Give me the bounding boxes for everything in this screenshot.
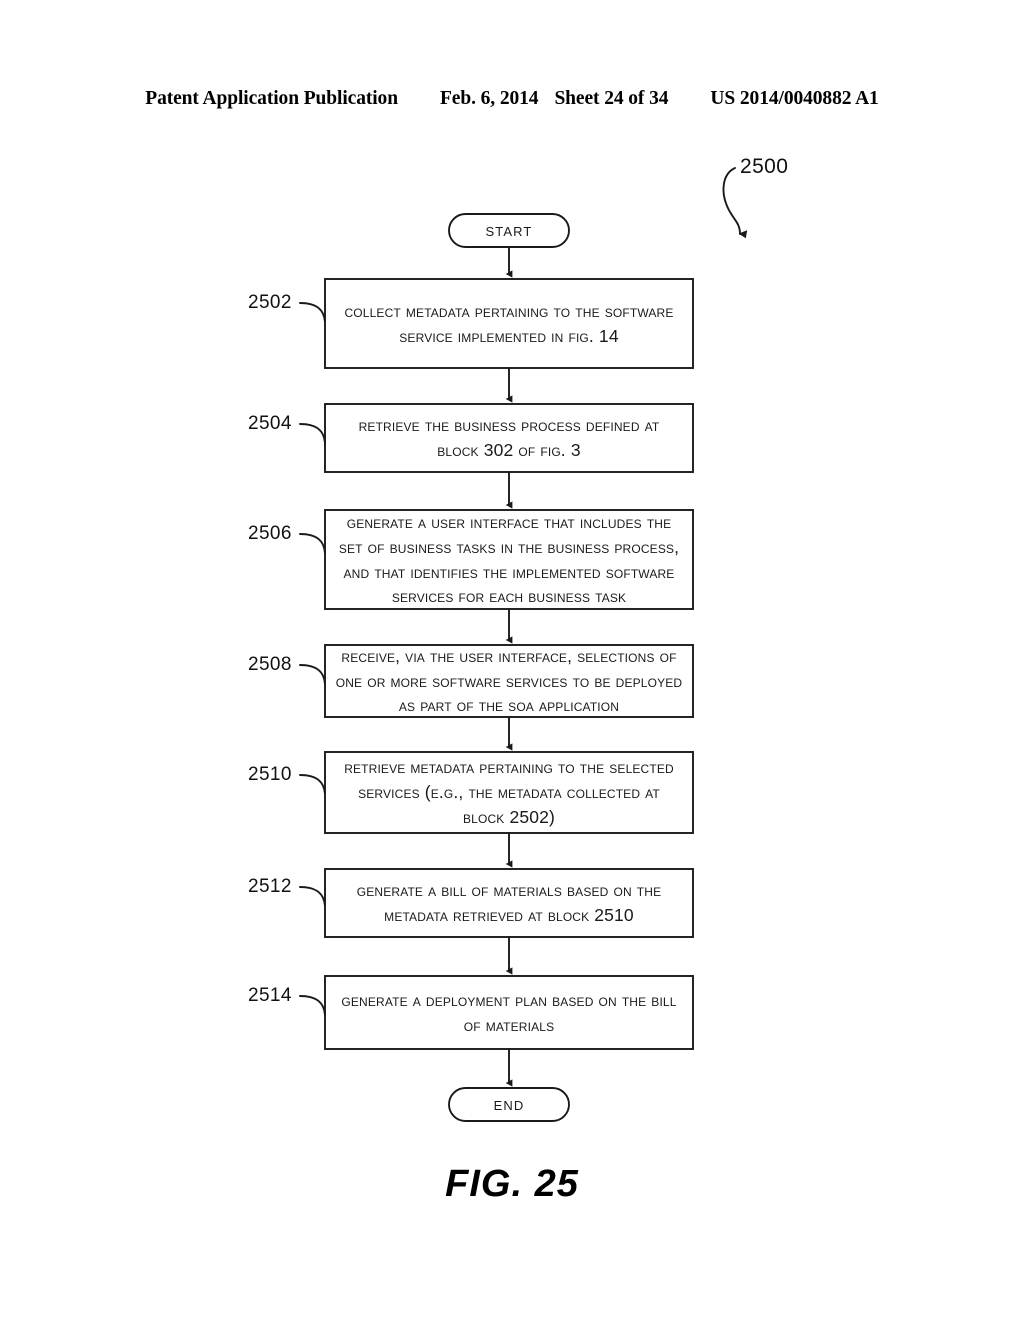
figure-caption: FIG. 25 (445, 1163, 579, 1205)
flowchart-figure: 2502 2504 2506 2508 2510 2512 2514 2500 … (0, 0, 1024, 1320)
ref-numeral-2514: 2514 (248, 985, 292, 1006)
process-box-2504 (324, 403, 694, 473)
end-terminal-shape (448, 1087, 570, 1122)
leader-line-2512 (299, 886, 326, 907)
ref-numeral-2510: 2510 (248, 764, 292, 785)
figure-reference-2500: 2500 (740, 155, 789, 178)
ref-numeral-2506: 2506 (248, 523, 292, 544)
leader-line-2510 (299, 774, 326, 795)
ref-numeral-2504: 2504 (248, 413, 292, 434)
leader-line-2504 (299, 423, 326, 444)
leader-line-2506 (299, 533, 326, 554)
process-box-2508 (324, 644, 694, 718)
process-box-2506 (324, 509, 694, 610)
figure-ref-leader-2500 (722, 167, 748, 239)
start-terminal-shape (448, 213, 570, 248)
ref-numeral-2502: 2502 (248, 292, 292, 313)
ref-numeral-2512: 2512 (248, 876, 292, 897)
leader-line-2508 (299, 664, 326, 685)
leader-line-2502 (299, 302, 326, 323)
process-box-2510 (324, 751, 694, 834)
ref-numeral-2508: 2508 (248, 654, 292, 675)
flowchart-graphics (299, 167, 748, 1122)
leader-line-2514 (299, 995, 326, 1016)
process-box-2512 (324, 868, 694, 938)
process-box-2514 (324, 975, 694, 1050)
process-box-2502 (324, 278, 694, 369)
